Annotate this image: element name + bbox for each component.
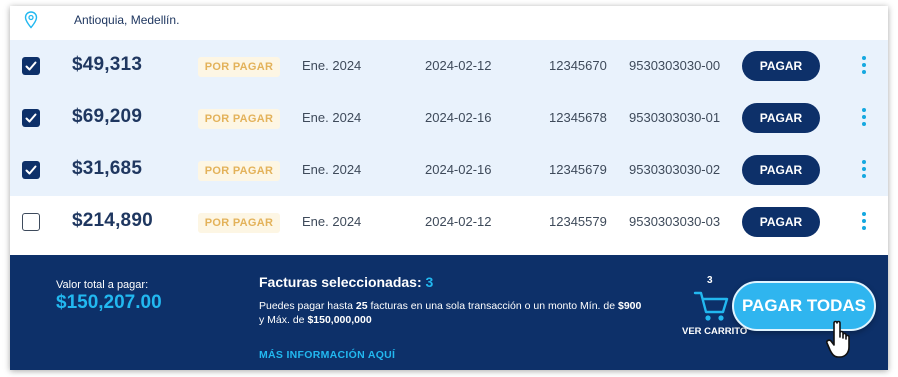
invoice-amount: $214,890	[72, 210, 153, 231]
invoice-amount: $49,313	[72, 54, 143, 75]
invoice-row: $214,890 POR PAGAR Ene. 2024 2024-02-12 1234…	[10, 196, 888, 248]
pay-button[interactable]: PAGAR	[742, 207, 820, 237]
location-row: Antioquia, Medellín.	[10, 6, 888, 40]
invoice-row: $49,313 POR PAGAR Ene. 2024 2024-02-12 12345…	[10, 40, 888, 92]
status-badge: POR PAGAR	[198, 109, 280, 129]
invoice-reference: 9530303030-00	[629, 58, 721, 73]
info-min-amount: $900	[618, 300, 642, 312]
invoice-row: $31,685 POR PAGAR Ene. 2024 2024-02-16 12345…	[10, 144, 888, 196]
invoice-period: Ene. 2024	[302, 58, 362, 73]
hand-pointer-icon	[826, 320, 850, 358]
status-badge: POR PAGAR	[198, 57, 280, 77]
selected-invoices-title: Facturas seleccionadas: 3	[259, 274, 433, 290]
more-info-link[interactable]: MÁS INFORMACIÓN AQUÍ	[259, 349, 395, 361]
view-cart-link[interactable]: VER CARRITO	[682, 326, 747, 337]
selected-invoices-label: Facturas seleccionadas:	[259, 274, 422, 290]
status-badge: POR PAGAR	[198, 161, 280, 181]
cart-count-badge: 3	[707, 275, 713, 286]
kebab-menu-icon[interactable]	[862, 212, 866, 230]
invoice-number: 12345670	[549, 58, 607, 73]
kebab-menu-icon[interactable]	[862, 56, 866, 74]
invoice-number: 12345679	[549, 162, 607, 177]
invoice-checkbox[interactable]	[22, 57, 40, 75]
kebab-menu-icon[interactable]	[862, 108, 866, 126]
invoice-number: 12345678	[549, 110, 607, 125]
invoice-due-date: 2024-02-12	[425, 214, 492, 229]
invoice-reference: 9530303030-01	[629, 110, 721, 125]
info-part-1: Puedes pagar hasta	[259, 300, 356, 312]
invoice-checkbox[interactable]	[22, 109, 40, 127]
invoice-period: Ene. 2024	[302, 214, 362, 229]
pay-button[interactable]: PAGAR	[742, 155, 820, 185]
invoice-number: 12345579	[549, 214, 607, 229]
invoice-amount: $31,685	[72, 158, 143, 179]
shopping-cart-icon[interactable]	[692, 288, 730, 324]
info-max-invoices: 25	[355, 300, 368, 312]
kebab-menu-icon[interactable]	[862, 160, 866, 178]
status-badge: POR PAGAR	[198, 213, 280, 233]
invoice-due-date: 2024-02-16	[425, 110, 492, 125]
info-max-amount: $150,000,000	[307, 314, 372, 326]
total-label: Valor total a pagar:	[56, 279, 149, 291]
payment-limits-info: Puedes pagar hasta 25 facturas en una so…	[259, 299, 649, 327]
selected-invoices-count: 3	[425, 274, 434, 290]
invoice-reference: 9530303030-03	[629, 214, 721, 229]
invoice-reference: 9530303030-02	[629, 162, 721, 177]
invoice-amount: $69,209	[72, 106, 143, 127]
location-text: Antioquia, Medellín.	[74, 13, 180, 27]
total-value: $150,207.00	[56, 292, 162, 313]
invoice-due-date: 2024-02-12	[425, 58, 492, 73]
info-part-3: y Máx. de	[259, 314, 308, 326]
location-pin-icon	[24, 11, 38, 29]
invoice-checkbox[interactable]	[22, 161, 40, 179]
payment-summary-footer: Valor total a pagar: $150,207.00 Factura…	[10, 255, 888, 370]
invoice-panel: Antioquia, Medellín. $49,313 POR PAGAR Ene…	[10, 6, 888, 370]
invoice-checkbox[interactable]	[22, 213, 40, 231]
info-part-2: facturas en una sola transacción o un mo…	[367, 300, 618, 312]
pay-button[interactable]: PAGAR	[742, 103, 820, 133]
invoice-period: Ene. 2024	[302, 110, 362, 125]
pay-button[interactable]: PAGAR	[742, 51, 820, 81]
invoice-due-date: 2024-02-16	[425, 162, 492, 177]
invoice-row: $69,209 POR PAGAR Ene. 2024 2024-02-16 12345…	[10, 92, 888, 144]
invoice-period: Ene. 2024	[302, 162, 362, 177]
